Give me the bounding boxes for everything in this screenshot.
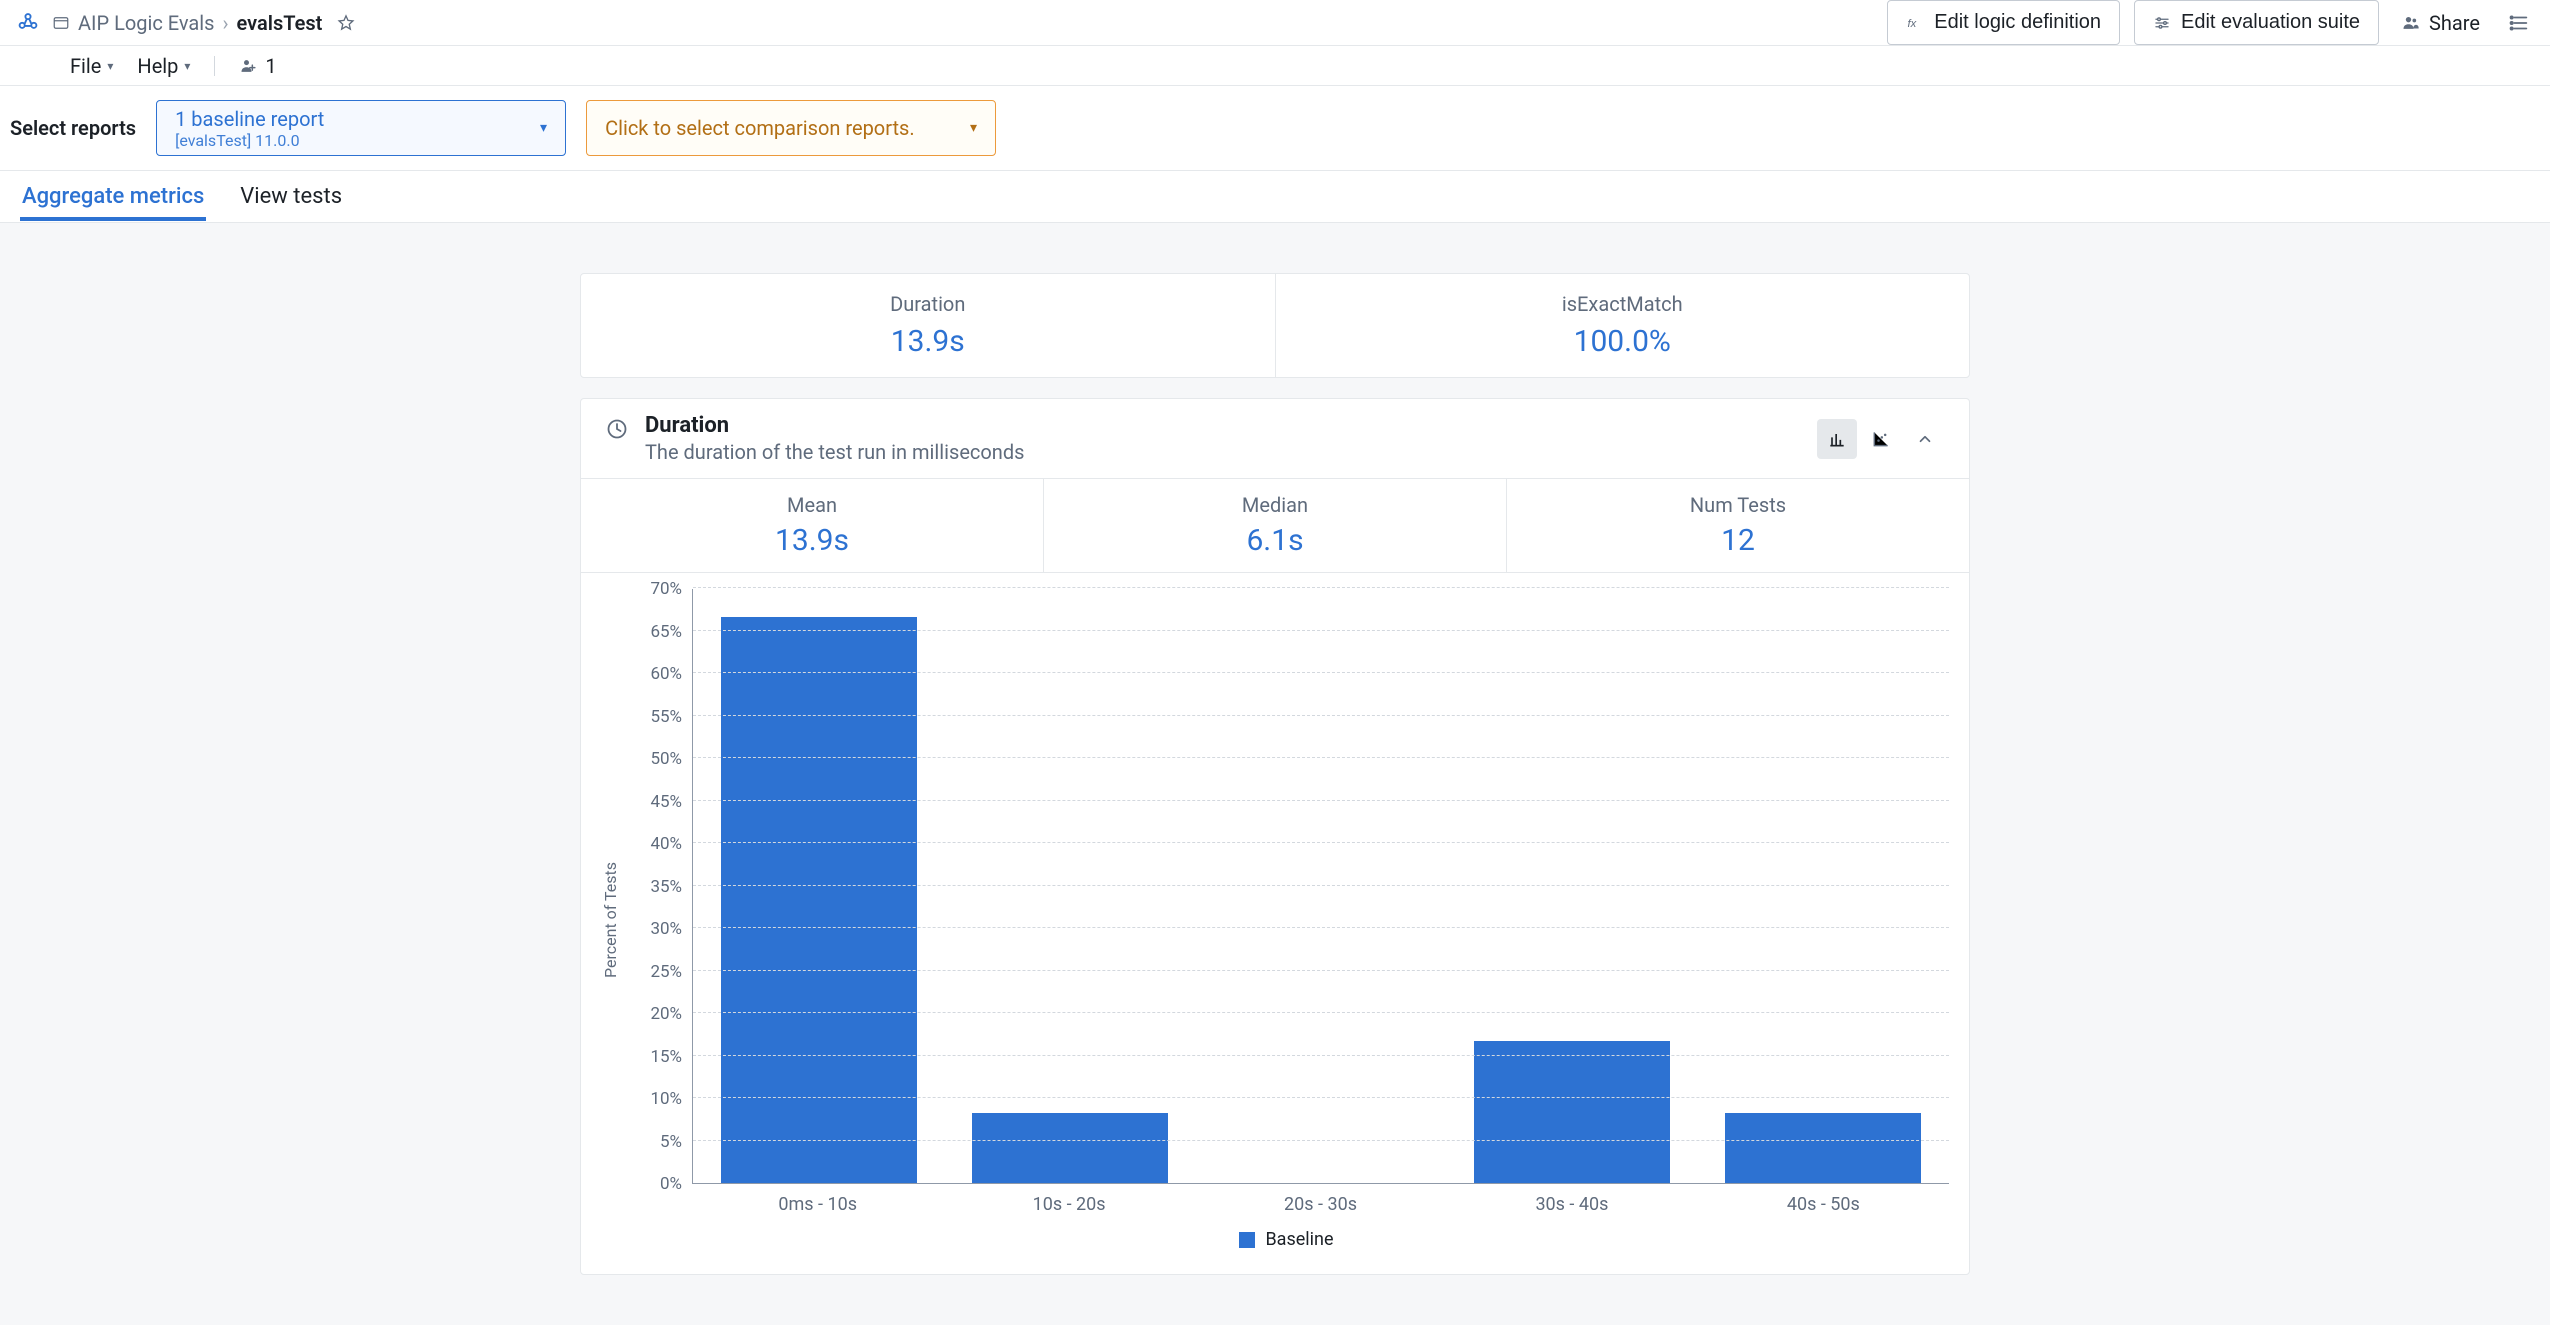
chart-ytick: 45% [624,792,692,812]
stat-numtests-value: 12 [1507,523,1969,558]
summary-exact-match[interactable]: isExactMatch 100.0% [1275,274,1970,377]
comparison-report-selector[interactable]: Click to select comparison reports. ▾ [586,100,996,156]
chart-bar[interactable] [1725,1113,1921,1183]
chart-ytick: 60% [624,664,692,684]
baseline-report-subtitle: [evalsTest] 11.0.0 [175,131,324,150]
people-icon [2401,13,2421,33]
duration-histogram-chart: 0% 5% 10% 15% 20% 25% 30% 35% 40% 45% 50% 55% 60% 65%… [624,589,1949,1250]
menu-divider [214,56,215,76]
stat-numtests: Num Tests 12 [1506,479,1969,572]
breadcrumb: AIP Logic Evals › evalsTest [52,11,356,35]
summary-exact-label: isExactMatch [1276,292,1970,316]
legend-label-baseline: Baseline [1265,1229,1333,1250]
caret-down-icon: ▾ [540,120,547,136]
legend-swatch-baseline [1239,1232,1255,1248]
presence-count: 1 [265,54,276,78]
clock-icon [605,417,629,441]
chart-ytick: 65% [624,622,692,642]
chart-xtick: 20s - 30s [1195,1184,1446,1215]
stat-numtests-label: Num Tests [1507,493,1969,517]
edit-logic-label: Edit logic definition [1934,11,2101,34]
edit-eval-label: Edit evaluation suite [2181,11,2360,34]
chart-bar[interactable] [721,617,917,1183]
summary-exact-value: 100.0% [1276,324,1970,359]
share-label: Share [2429,11,2480,35]
chart-xtick: 10s - 20s [943,1184,1194,1215]
scatter-view-button[interactable] [1861,419,1901,459]
stat-mean: Mean 13.9s [581,479,1043,572]
presence-indicator[interactable]: 1 [239,54,276,78]
baseline-report-title: 1 baseline report [175,107,324,131]
chart-ytick: 10% [624,1089,692,1109]
histogram-view-button[interactable] [1817,419,1857,459]
file-menu-label: File [70,54,101,78]
edit-evaluation-suite-button[interactable]: Edit evaluation suite [2134,0,2379,45]
tab-view-tests[interactable]: View tests [238,172,344,221]
chart-y-axis-label: Percent of Tests [601,862,620,978]
chart-ytick: 70% [624,579,692,599]
workspace-icon [52,14,70,32]
collapse-card-button[interactable] [1905,419,1945,459]
chart-bar[interactable] [1474,1041,1670,1183]
breadcrumb-current[interactable]: evalsTest [237,11,323,35]
chart-ytick: 55% [624,707,692,727]
overflow-menu-icon[interactable] [2502,6,2536,40]
sliders-icon [2153,14,2171,32]
stat-median-label: Median [1044,493,1506,517]
chart-ytick: 15% [624,1047,692,1067]
chart-ytick: 50% [624,749,692,769]
caret-down-icon: ▾ [184,59,190,73]
baseline-report-selector[interactable]: 1 baseline report [evalsTest] 11.0.0 ▾ [156,100,566,156]
chart-ytick: 25% [624,962,692,982]
chart-ytick: 40% [624,834,692,854]
chart-xtick: 40s - 50s [1698,1184,1949,1215]
function-icon: fx [1906,14,1924,32]
summary-duration-value: 13.9s [581,324,1275,359]
chart-ytick: 30% [624,919,692,939]
comparison-placeholder: Click to select comparison reports. [605,116,915,140]
favorite-star-icon[interactable] [336,13,356,33]
select-reports-label: Select reports [10,116,136,140]
chart-bar[interactable] [972,1113,1168,1183]
duration-card-desc: The duration of the test run in millisec… [645,440,1024,464]
summary-duration[interactable]: Duration 13.9s [581,274,1275,377]
file-menu[interactable]: File ▾ [70,54,113,78]
stat-mean-label: Mean [581,493,1043,517]
stat-mean-value: 13.9s [581,523,1043,558]
chart-ytick: 20% [624,1004,692,1024]
stat-median: Median 6.1s [1043,479,1506,572]
chart-ytick: 35% [624,877,692,897]
share-button[interactable]: Share [2393,5,2488,41]
chart-xtick: 0ms - 10s [692,1184,943,1215]
summary-duration-label: Duration [581,292,1275,316]
app-logo-icon[interactable] [14,9,42,37]
help-menu-label: Help [137,54,178,78]
presence-icon [239,56,259,76]
breadcrumb-parent[interactable]: AIP Logic Evals [78,11,214,35]
chart-ytick: 0% [624,1174,692,1194]
stat-median-value: 6.1s [1044,523,1506,558]
summary-cards: Duration 13.9s isExactMatch 100.0% [580,273,1970,378]
tab-aggregate-metrics[interactable]: Aggregate metrics [20,172,206,221]
svg-text:fx: fx [1908,17,1917,29]
duration-card-title: Duration [645,413,1024,438]
duration-card: Duration The duration of the test run in… [580,398,1970,1275]
chart-legend: Baseline [624,1229,1949,1250]
edit-logic-definition-button[interactable]: fx Edit logic definition [1887,0,2120,45]
caret-down-icon: ▾ [970,120,977,136]
chart-ytick: 5% [624,1132,692,1152]
caret-down-icon: ▾ [107,59,113,73]
breadcrumb-separator: › [222,11,228,35]
chart-xtick: 30s - 40s [1446,1184,1697,1215]
help-menu[interactable]: Help ▾ [137,54,190,78]
